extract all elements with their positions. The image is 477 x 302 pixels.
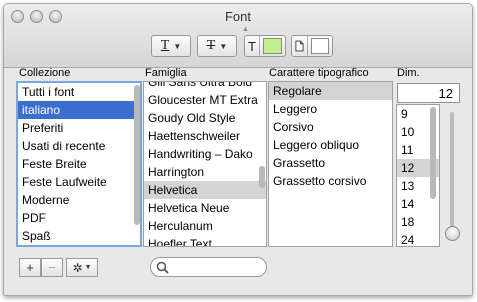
- collections-item[interactable]: Feste Breite: [18, 155, 140, 173]
- typefaces-item[interactable]: Regolare: [269, 82, 392, 100]
- text-color-icon: T: [248, 38, 256, 54]
- collections-item[interactable]: Usati di recente: [18, 137, 140, 155]
- strikethrough-icon: T: [206, 38, 216, 53]
- families-item[interactable]: Haettenschweiler: [144, 127, 266, 145]
- column-header-collezione: Collezione: [19, 67, 71, 79]
- scrollbar[interactable]: [134, 85, 140, 225]
- families-item[interactable]: Gill Sans Ultra Bold: [144, 82, 266, 91]
- collections-item[interactable]: Feste Laufweite: [18, 173, 140, 191]
- typefaces-item[interactable]: Leggero obliquo: [269, 136, 392, 154]
- strikethrough-button[interactable]: T ▼: [197, 35, 237, 57]
- underline-button[interactable]: T ▼: [151, 35, 191, 57]
- size.options-item[interactable]: 18: [397, 213, 439, 231]
- families-item[interactable]: Hoefler Text: [144, 235, 266, 246]
- underline-icon: T: [160, 38, 170, 53]
- families-items: Gill Sans Ultra Bold Gloucester MT Extra G…: [144, 82, 266, 246]
- typefaces-items: Regolare Leggero Corsivo Leggero obliquo Gra…: [269, 82, 392, 190]
- gear-icon: ✲: [72, 260, 83, 275]
- typefaces-item[interactable]: Grassetto corsivo: [269, 172, 392, 190]
- typefaces-item[interactable]: Grassetto: [269, 154, 392, 172]
- collections-item[interactable]: italiano: [18, 101, 140, 119]
- typefaces-item[interactable]: Leggero: [269, 100, 392, 118]
- families-item[interactable]: Helvetica Neue: [144, 199, 266, 217]
- typefaces-item[interactable]: Corsivo: [269, 118, 392, 136]
- size-input[interactable]: 12: [397, 83, 460, 103]
- families-item[interactable]: Herculanum: [144, 217, 266, 235]
- window-title: Font: [224, 9, 251, 24]
- families-item[interactable]: Goudy Old Style: [144, 109, 266, 127]
- search-input[interactable]: [150, 257, 267, 277]
- column-header-carattere: Carattere tipografico: [269, 67, 369, 79]
- families-item[interactable]: Gloucester MT Extra: [144, 91, 266, 109]
- collections-item[interactable]: Moderne: [18, 191, 140, 209]
- remove-collection-button[interactable]: −: [41, 258, 63, 277]
- collections-item[interactable]: Spaß: [18, 227, 140, 245]
- document-icon: [295, 40, 304, 52]
- collections-items: Tutti i font italiano Preferiti Usati di re…: [18, 83, 140, 245]
- family-list[interactable]: Gill Sans Ultra Bold Gloucester MT Extra G…: [143, 81, 267, 247]
- collection-list[interactable]: Tutti i font italiano Preferiti Usati di re…: [16, 81, 142, 247]
- column-header-dim: Dim.: [397, 67, 420, 79]
- families-item[interactable]: Helvetica: [144, 181, 266, 199]
- families-item[interactable]: Harrington: [144, 163, 266, 181]
- scrollbar[interactable]: [259, 166, 265, 188]
- document-color-button[interactable]: [291, 35, 333, 57]
- chevron-down-icon: ▼: [173, 41, 182, 51]
- families-item[interactable]: Handwriting – Dako: [144, 145, 266, 163]
- add-collection-button[interactable]: +: [19, 258, 41, 277]
- text-color-swatch: [262, 38, 282, 54]
- scrollbar[interactable]: [430, 107, 436, 199]
- size-slider-knob[interactable]: [445, 226, 460, 241]
- font-window: Font ▲ T ▼ T ▼ T Collezione Famiglia Car…: [3, 3, 473, 296]
- collections-item[interactable]: Preferiti: [18, 119, 140, 137]
- size-slider-track[interactable]: [450, 112, 454, 236]
- typeface-list[interactable]: Regolare Leggero Corsivo Leggero obliquo Gra…: [268, 81, 393, 247]
- pin-icon: ▲: [242, 26, 249, 33]
- divider: [306, 36, 308, 56]
- chevron-down-icon: ▼: [84, 264, 92, 271]
- document-color-swatch: [310, 38, 329, 54]
- action-menu-button[interactable]: ✲ ▼: [66, 258, 98, 277]
- collections-item[interactable]: Tutti i font: [18, 83, 140, 101]
- chevron-down-icon: ▼: [219, 41, 228, 51]
- column-header-famiglia: Famiglia: [145, 67, 187, 79]
- text-color-button[interactable]: T: [244, 35, 286, 57]
- divider: [258, 36, 260, 56]
- size.options-item[interactable]: 24: [397, 231, 439, 246]
- size-list[interactable]: 9 10 11 12 13 14 18 24: [396, 104, 440, 247]
- collections-item[interactable]: PDF: [18, 209, 140, 227]
- search-icon: [156, 261, 169, 274]
